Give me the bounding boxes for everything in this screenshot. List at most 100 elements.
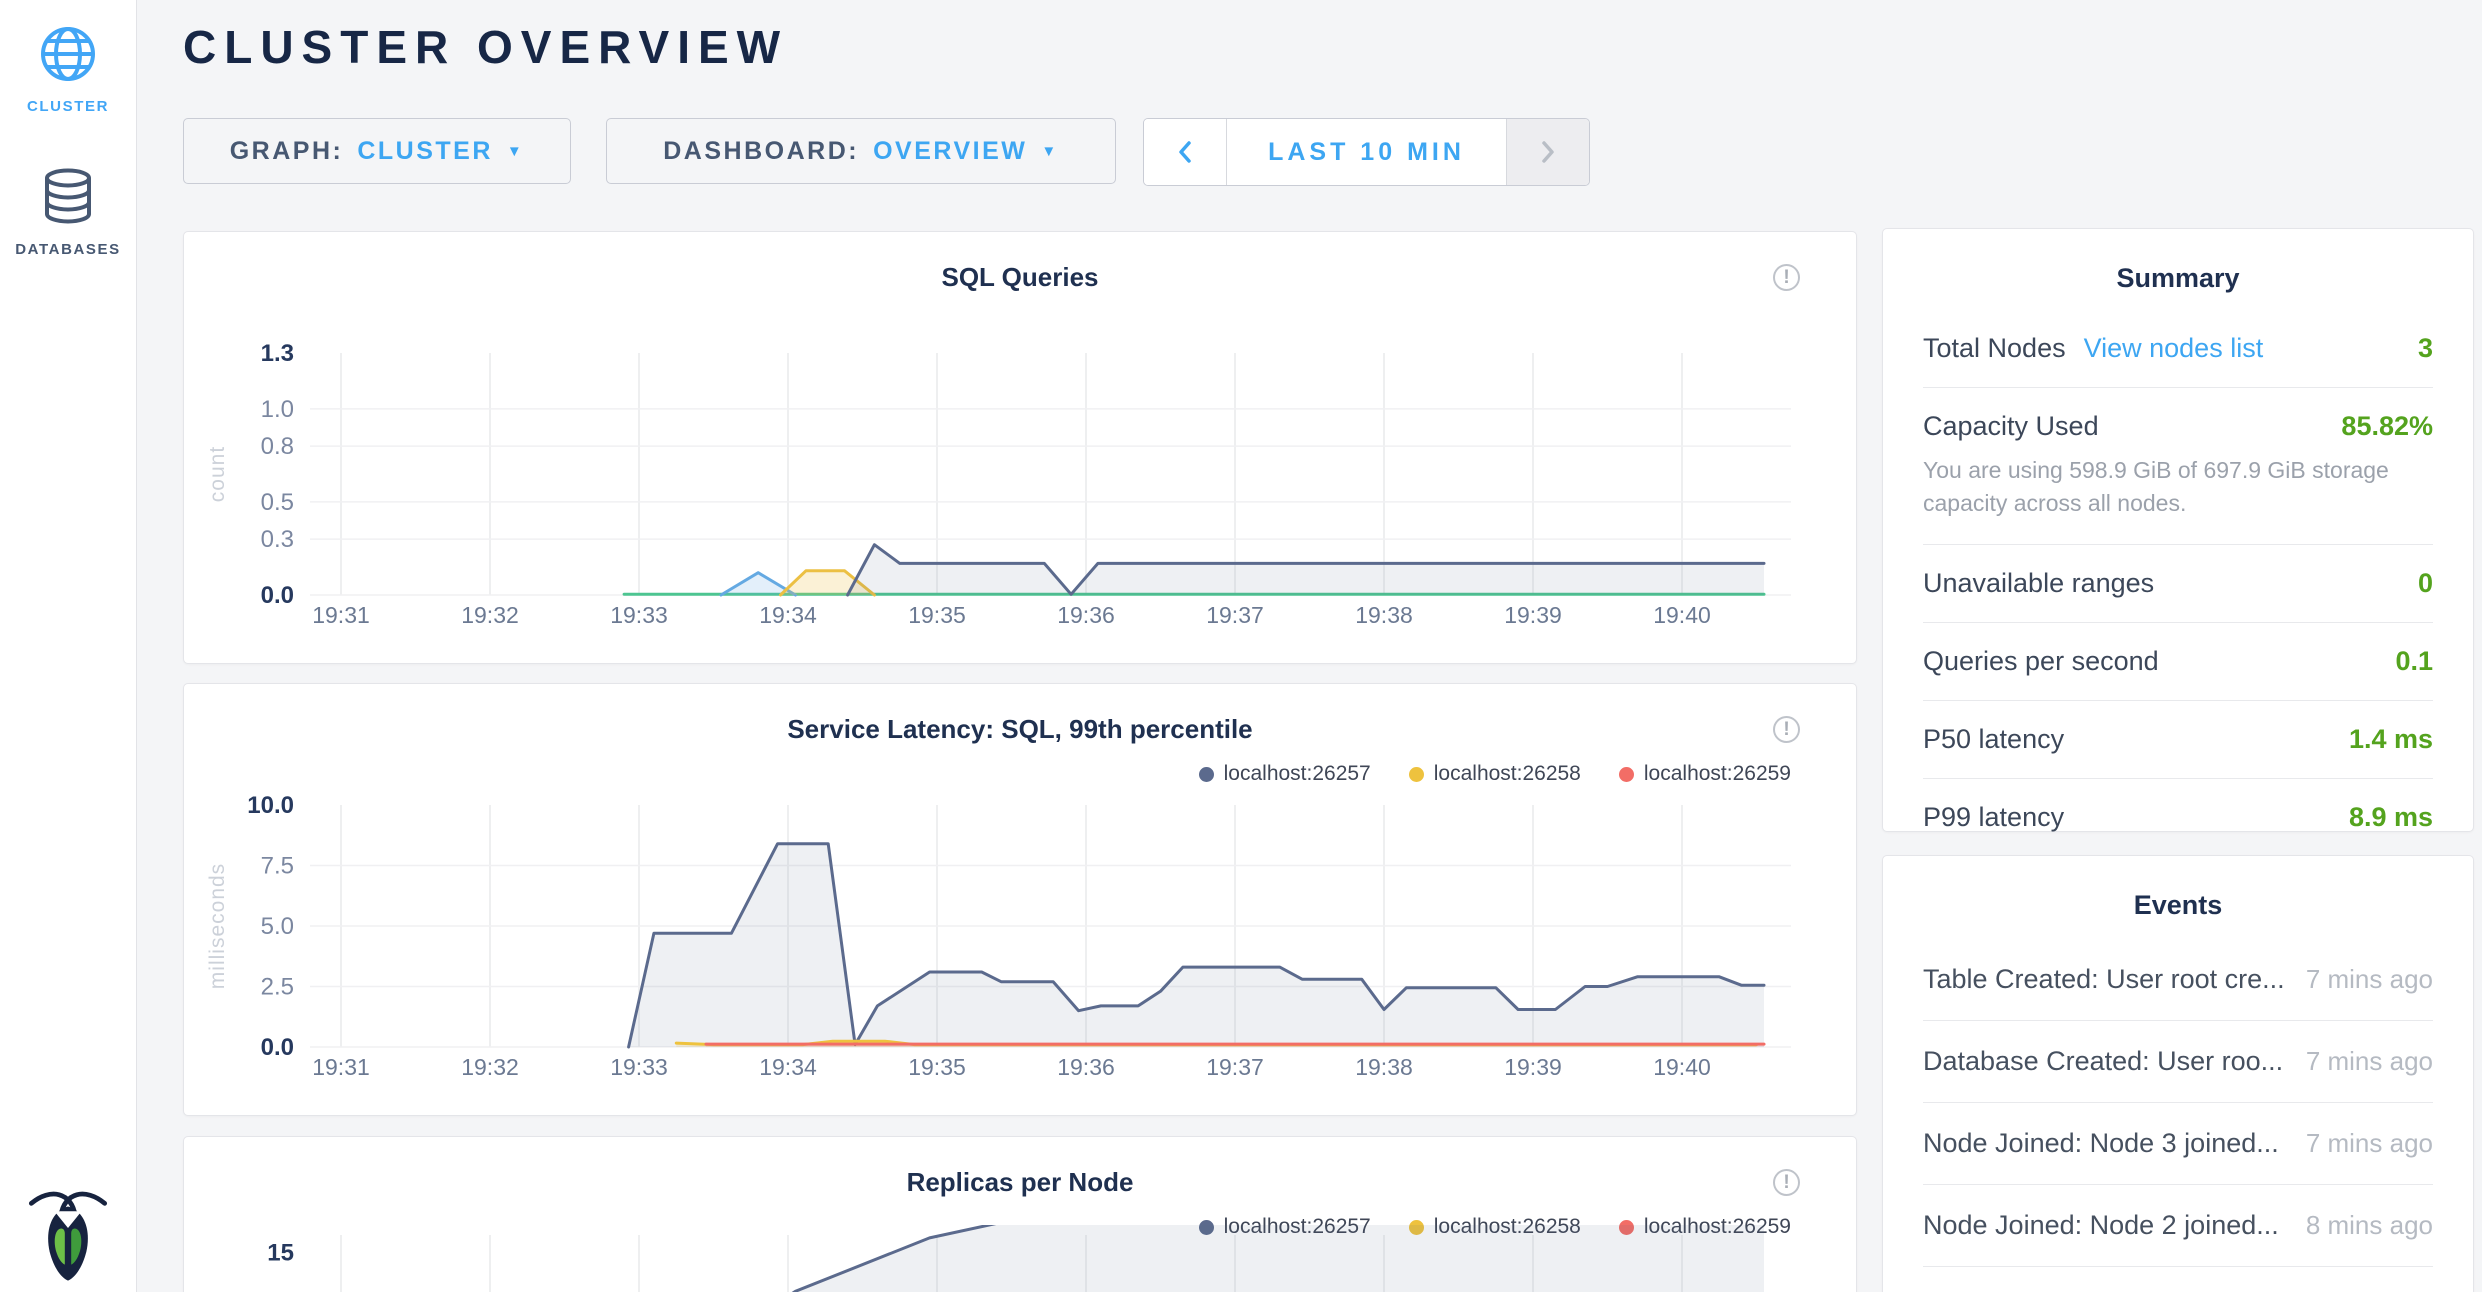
- svg-text:19:37: 19:37: [1206, 1054, 1264, 1080]
- chart-title: Replicas per Node: [184, 1167, 1856, 1198]
- event-item[interactable]: Node Joined: Node 1 joined...8 mins ago: [1923, 1267, 2433, 1292]
- event-item[interactable]: Database Created: User roo...7 mins ago: [1923, 1021, 2433, 1103]
- event-item[interactable]: Node Joined: Node 3 joined...7 mins ago: [1923, 1103, 2433, 1185]
- svg-text:19:36: 19:36: [1057, 1054, 1115, 1080]
- time-next-button[interactable]: [1507, 119, 1589, 185]
- summary-panel: Summary Total NodesView nodes list3Capac…: [1882, 228, 2474, 832]
- sidebar-item-label: DATABASES: [15, 241, 121, 258]
- events-title: Events: [1883, 890, 2473, 921]
- svg-text:2.5: 2.5: [261, 974, 294, 1001]
- graph-dropdown[interactable]: GRAPH: CLUSTER ▼: [183, 118, 571, 184]
- event-time: 7 mins ago: [2286, 1046, 2433, 1077]
- sidebar: CLUSTER DATABASES: [0, 0, 137, 1292]
- svg-text:19:35: 19:35: [908, 1054, 966, 1080]
- summary-row-value: 1.4 ms: [2349, 724, 2433, 755]
- chart-title: SQL Queries: [184, 262, 1856, 293]
- summary-row-value: 85.82%: [2341, 411, 2433, 442]
- chart-card-sql-queries: SQL Queries! 19:31 19:32 19:33 19:34 19:35 19:…: [183, 231, 1857, 664]
- svg-text:19:33: 19:33: [610, 602, 668, 628]
- summary-row: Queries per second 0.1: [1923, 623, 2433, 701]
- svg-text:19:34: 19:34: [759, 602, 817, 628]
- event-list: Table Created: User root cre...7 mins ag…: [1923, 939, 2433, 1292]
- svg-text:0.0: 0.0: [261, 582, 294, 609]
- svg-text:19:35: 19:35: [908, 602, 966, 628]
- svg-text:15: 15: [267, 1239, 294, 1266]
- svg-text:0.3: 0.3: [261, 526, 294, 553]
- info-icon[interactable]: !: [1773, 1169, 1800, 1196]
- chart-plot[interactable]: 19:3119:3219:3319:3419:3519:3619:3719:38…: [184, 1225, 1856, 1292]
- svg-text:19:37: 19:37: [1206, 602, 1264, 628]
- event-item[interactable]: Table Created: User root cre...7 mins ag…: [1923, 939, 2433, 1021]
- event-time: 8 mins ago: [2286, 1210, 2433, 1241]
- svg-text:19:31: 19:31: [312, 1054, 370, 1080]
- svg-text:milliseconds: milliseconds: [206, 863, 229, 989]
- app-window: CLUSTER DATABASES: [0, 0, 2482, 1292]
- summary-row: Unavailable ranges 0: [1923, 545, 2433, 623]
- summary-row: P99 latency8.9 ms: [1923, 779, 2433, 856]
- info-icon[interactable]: !: [1773, 716, 1800, 743]
- dashboard-dropdown-label: DASHBOARD:: [663, 137, 859, 166]
- chevron-left-icon: [1177, 140, 1193, 164]
- graph-dropdown-value: CLUSTER: [357, 137, 493, 166]
- svg-text:19:32: 19:32: [461, 1054, 519, 1080]
- svg-text:19:40: 19:40: [1653, 1054, 1711, 1080]
- summary-row-label: Unavailable ranges: [1923, 568, 2154, 599]
- chevron-down-icon: ▼: [507, 144, 524, 159]
- chart-plot[interactable]: 19:3119:3219:3319:3419:3519:3619:3719:38…: [184, 320, 1856, 652]
- chart-title: Service Latency: SQL, 99th percentile: [184, 714, 1856, 745]
- svg-text:19:31: 19:31: [312, 602, 370, 628]
- info-icon[interactable]: !: [1773, 264, 1800, 291]
- view-nodes-link[interactable]: View nodes list: [2084, 333, 2264, 364]
- summary-row-label: Capacity Used: [1923, 411, 2099, 442]
- event-text: Node Joined: Node 2 joined...: [1923, 1210, 2279, 1241]
- svg-text:19:39: 19:39: [1504, 1054, 1562, 1080]
- svg-text:0.0: 0.0: [261, 1034, 294, 1061]
- dashboard-dropdown[interactable]: DASHBOARD: OVERVIEW ▼: [606, 118, 1116, 184]
- events-panel: Events Table Created: User root cre...7 …: [1882, 855, 2474, 1292]
- event-time: 7 mins ago: [2286, 1128, 2433, 1159]
- summary-row-label: P99 latency: [1923, 802, 2064, 833]
- sidebar-item-databases[interactable]: DATABASES: [0, 165, 136, 258]
- svg-text:10.0: 10.0: [247, 792, 294, 819]
- svg-text:19:32: 19:32: [461, 602, 519, 628]
- svg-text:19:40: 19:40: [1653, 602, 1711, 628]
- svg-text:19:39: 19:39: [1504, 602, 1562, 628]
- cockroachdb-logo: [28, 1189, 108, 1288]
- summary-row: P50 latency 1.4 ms: [1923, 701, 2433, 779]
- time-range-button[interactable]: LAST 10 MIN: [1226, 119, 1507, 185]
- main-content: CLUSTER OVERVIEW GRAPH: CLUSTER ▼ DASHBO…: [136, 0, 2482, 1292]
- page-title: CLUSTER OVERVIEW: [183, 20, 788, 74]
- svg-text:10: 10: [267, 1288, 294, 1292]
- chart-card-service-latency: Service Latency: SQL, 99th percentile!lo…: [183, 683, 1857, 1116]
- sidebar-item-label: CLUSTER: [27, 98, 109, 115]
- event-time: 7 mins ago: [2286, 964, 2433, 995]
- svg-text:1.0: 1.0: [261, 396, 294, 423]
- svg-text:7.5: 7.5: [261, 853, 294, 880]
- chevron-right-icon: [1540, 140, 1556, 164]
- summary-row-value: 0: [2418, 568, 2433, 599]
- summary-title: Summary: [1883, 263, 2473, 294]
- summary-row-label: Queries per second: [1923, 646, 2159, 677]
- time-window-selector: LAST 10 MIN: [1143, 118, 1590, 186]
- chart-card-replicas: Replicas per Node!localhost:26257localho…: [183, 1136, 1857, 1292]
- svg-text:19:38: 19:38: [1355, 602, 1413, 628]
- chart-plot[interactable]: 19:3119:3219:3319:3419:3519:3619:3719:38…: [184, 772, 1856, 1104]
- summary-row-value: 3: [2418, 333, 2433, 364]
- event-item[interactable]: Node Joined: Node 2 joined...8 mins ago: [1923, 1185, 2433, 1267]
- event-text: Table Created: User root cre...: [1923, 964, 2285, 995]
- time-prev-button[interactable]: [1144, 119, 1226, 185]
- svg-text:count: count: [206, 446, 229, 502]
- summary-row-label: P50 latency: [1923, 724, 2064, 755]
- summary-rows: Total NodesView nodes list3Capacity Used…: [1923, 310, 2433, 856]
- summary-row-subtext: You are using 598.9 GiB of 697.9 GiB sto…: [1923, 454, 2393, 521]
- svg-text:19:33: 19:33: [610, 1054, 668, 1080]
- summary-row: Capacity Used 85.82% You are using 598.9 G…: [1923, 388, 2433, 545]
- dashboard-dropdown-value: OVERVIEW: [873, 137, 1027, 166]
- event-text: Database Created: User roo...: [1923, 1046, 2283, 1077]
- svg-text:19:34: 19:34: [759, 1054, 817, 1080]
- svg-text:5.0: 5.0: [261, 913, 294, 940]
- database-icon: [36, 165, 100, 229]
- summary-row-value: 0.1: [2395, 646, 2433, 677]
- globe-icon: [36, 22, 100, 86]
- sidebar-item-cluster[interactable]: CLUSTER: [0, 22, 136, 115]
